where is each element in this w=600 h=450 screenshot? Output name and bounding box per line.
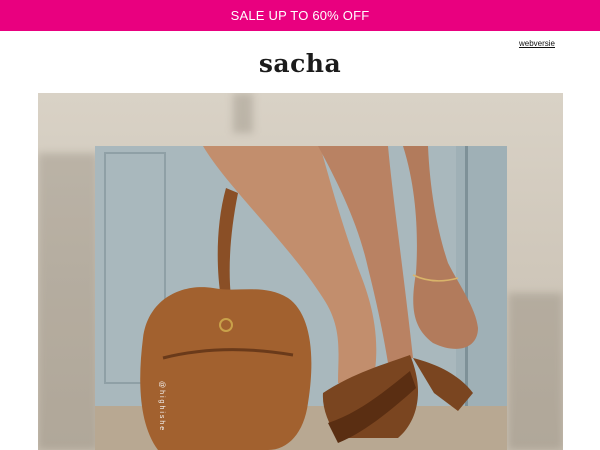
sale-banner[interactable]: SALE UP TO 60% OFF bbox=[0, 0, 600, 31]
hero-photo-illustration bbox=[95, 146, 507, 450]
door-frame-line bbox=[465, 146, 468, 406]
brand-logo[interactable]: sacha bbox=[0, 49, 600, 78]
sale-banner-text[interactable]: SALE UP TO 60% OFF bbox=[231, 8, 370, 23]
photo-credit: @highishe bbox=[158, 381, 165, 433]
door-frame-right bbox=[456, 146, 507, 406]
web-version-link[interactable]: webversie bbox=[519, 39, 555, 48]
bag-body bbox=[140, 287, 312, 450]
hero-image[interactable]: @highishe bbox=[38, 93, 563, 450]
